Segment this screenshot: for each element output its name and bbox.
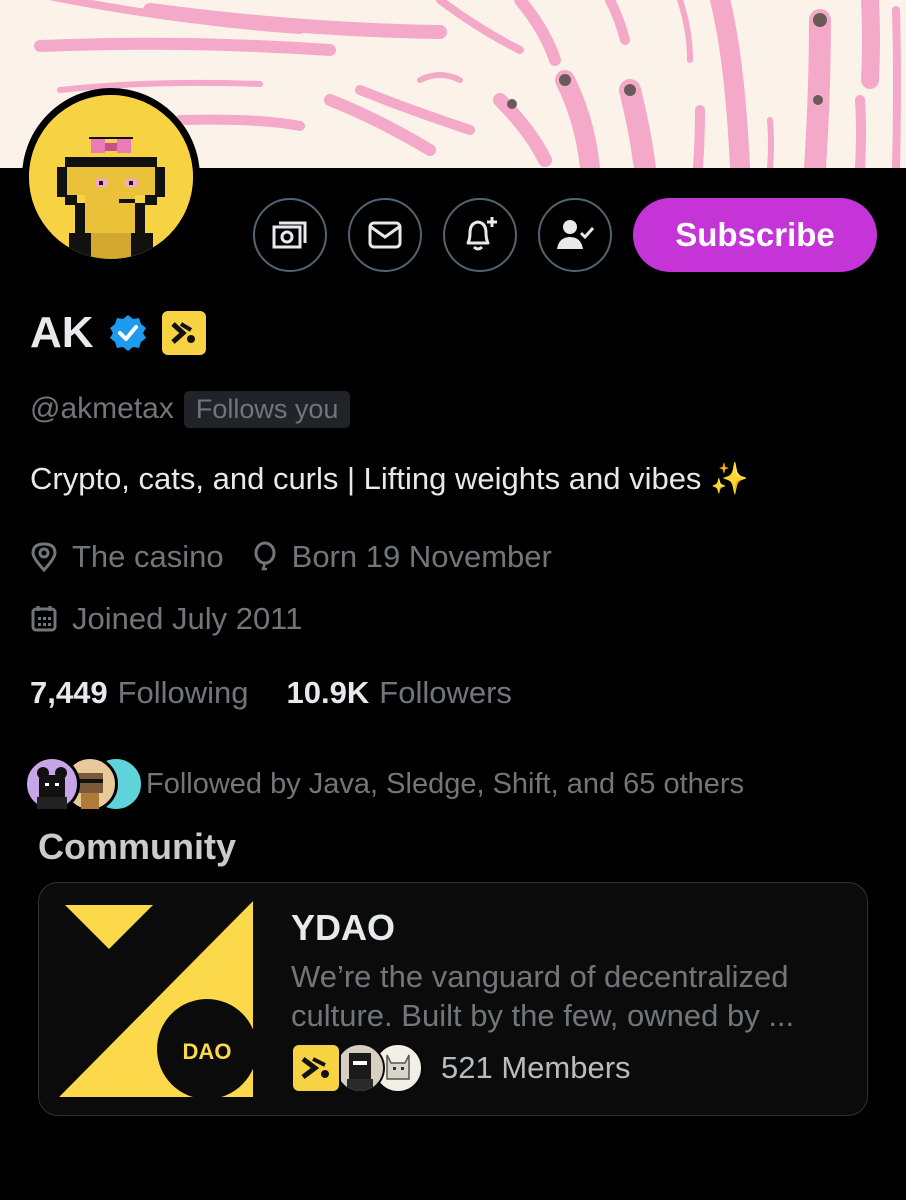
profile-meta-row: The casino Born 19 November — [30, 537, 580, 577]
balloon-icon — [254, 541, 276, 571]
location-pin-icon — [31, 542, 57, 573]
profile-actions: Subscribe — [0, 198, 906, 274]
message-button[interactable] — [348, 198, 422, 272]
location-item: The casino — [30, 539, 224, 575]
notify-button[interactable] — [443, 198, 517, 272]
location-text: The casino — [72, 539, 224, 574]
profile-bio: Crypto, cats, and curls | Lifting weight… — [30, 461, 749, 496]
subscribe-button[interactable]: Subscribe — [633, 198, 877, 272]
follower-avatar — [24, 756, 80, 812]
community-name[interactable]: YDAO — [291, 907, 395, 949]
community-logo-text: DAO — [182, 1039, 232, 1064]
followers-link[interactable]: Followers — [379, 675, 512, 711]
member-avatar — [291, 1043, 341, 1093]
affiliate-badge[interactable] — [161, 311, 206, 355]
followed-by-avatars — [24, 754, 144, 814]
member-avatars — [291, 1043, 425, 1093]
tip-button[interactable] — [253, 198, 327, 272]
followers-count[interactable]: 10.9K — [287, 675, 370, 711]
affiliate-x-logo-icon — [170, 322, 195, 344]
member-count: 521 Members — [441, 1050, 631, 1085]
followed-by-row[interactable]: Followed by Java, Sledge, Shift, and 65 … — [24, 754, 744, 814]
joined-row: Joined July 2011 — [30, 599, 330, 639]
ydao-logo-image — [59, 901, 253, 1097]
following-link[interactable]: Following — [118, 675, 249, 711]
community-section-title: Community — [38, 826, 236, 867]
handle-row: @akmetax Follows you — [30, 388, 351, 430]
community-logo: DAO — [59, 901, 253, 1097]
follows-you-badge: Follows you — [183, 390, 351, 428]
user-handle: @akmetax — [30, 392, 174, 425]
followed-by-text: Followed by Java, Sledge, Shift, and 65 … — [146, 767, 745, 800]
envelope-icon — [368, 221, 402, 249]
following-count[interactable]: 7,449 — [30, 675, 108, 711]
follow-stats: 7,449 Following 10.9K Followers — [30, 672, 550, 714]
community-card[interactable]: DAO YDAO We’re the vanguard of decentral… — [38, 882, 868, 1116]
bell-plus-icon — [466, 217, 497, 251]
following-button[interactable] — [538, 198, 612, 272]
birthday-item: Born 19 November — [252, 539, 552, 575]
joined-text: Joined July 2011 — [72, 601, 303, 636]
display-name: AK — [30, 308, 94, 357]
money-icon — [272, 221, 307, 249]
birthday-text: Born 19 November — [291, 539, 552, 574]
calendar-icon — [31, 606, 57, 632]
name-row: AK — [30, 305, 206, 361]
community-description: We’re the vanguard of decentralized cult… — [291, 959, 795, 1033]
verified-check-icon[interactable] — [108, 313, 148, 353]
member-avatar — [335, 1043, 385, 1093]
joined-item: Joined July 2011 — [30, 601, 302, 637]
person-check-icon — [557, 220, 595, 249]
community-members[interactable]: 521 Members — [291, 1043, 631, 1093]
